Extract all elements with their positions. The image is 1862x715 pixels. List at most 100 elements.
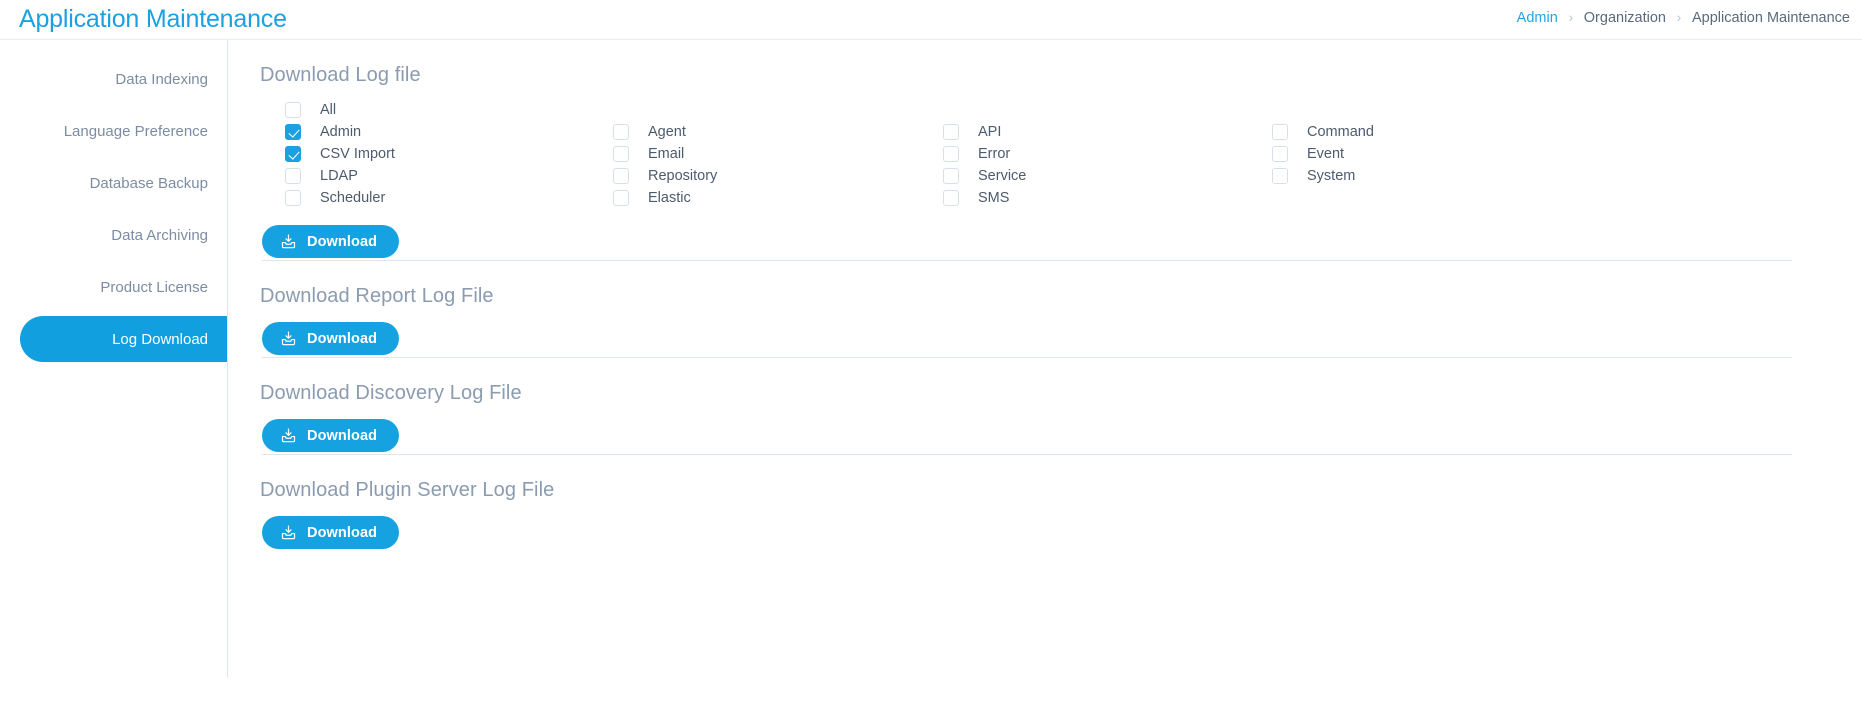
checkbox-column-3: API Error Service SMS xyxy=(943,99,1026,209)
checkbox-api[interactable] xyxy=(943,124,959,140)
sidebar-item-label: Log Download xyxy=(112,330,208,348)
checkbox-label: Admin xyxy=(320,124,362,140)
sidebar-item-label: Data Indexing xyxy=(115,70,208,88)
checkbox-row-error[interactable]: Error xyxy=(943,143,1026,165)
checkbox-label: Service xyxy=(978,168,1027,184)
download-plugin-server-log-button[interactable]: Download xyxy=(262,516,400,549)
download-tray-icon xyxy=(280,330,297,347)
download-tray-icon xyxy=(280,233,297,250)
checkbox-row-admin[interactable]: Admin xyxy=(285,121,395,143)
section-title: Download Report Log File xyxy=(260,285,494,307)
checkbox-admin[interactable] xyxy=(285,124,301,140)
breadcrumb: Admin › Organization › Application Maint… xyxy=(1515,10,1852,26)
download-discovery-log-button-wrap: Download xyxy=(260,411,1827,454)
breadcrumb-item-organization[interactable]: Organization xyxy=(1582,10,1668,26)
checkbox-label: SMS xyxy=(978,190,1010,206)
chevron-right-icon: › xyxy=(1568,9,1574,25)
checkbox-row-all[interactable]: All xyxy=(285,99,395,121)
top-bar: Application Maintenance Admin › Organiza… xyxy=(0,0,1862,40)
download-plugin-server-log-button-wrap: Download xyxy=(260,508,1827,551)
checkbox-scheduler[interactable] xyxy=(285,190,301,206)
checkbox-all[interactable] xyxy=(285,102,301,118)
download-report-log-button-wrap: Download xyxy=(260,314,1827,357)
sidebar-item-database-backup[interactable]: Database Backup xyxy=(0,160,227,206)
checkbox-error[interactable] xyxy=(943,146,959,162)
section-download-report-log-file: Download Report Log File Download xyxy=(260,261,1827,358)
checkbox-row-event[interactable]: Event xyxy=(1272,143,1374,165)
checkbox-email[interactable] xyxy=(613,146,629,162)
sidebar-item-product-license[interactable]: Product License xyxy=(0,264,227,310)
checkbox-service[interactable] xyxy=(943,168,959,184)
section-title: Download Plugin Server Log File xyxy=(260,479,555,501)
checkbox-label: Email xyxy=(648,146,685,162)
checkbox-label: CSV Import xyxy=(320,146,395,162)
checkbox-label: Elastic xyxy=(648,190,691,206)
checkbox-label: Event xyxy=(1307,146,1345,162)
main-content: Download Log file All Admin CSV Import L… xyxy=(228,40,1862,678)
checkbox-row-scheduler[interactable]: Scheduler xyxy=(285,187,395,209)
checkbox-repository[interactable] xyxy=(613,168,629,184)
checkbox-label: Command xyxy=(1307,124,1374,140)
section-download-plugin-server-log-file: Download Plugin Server Log File Download xyxy=(260,455,1827,551)
checkbox-csv-import[interactable] xyxy=(285,146,301,162)
section-title: Download Log file xyxy=(260,64,421,86)
chevron-right-icon: › xyxy=(1676,9,1682,25)
section-download-discovery-log-file: Download Discovery Log File Download xyxy=(260,358,1827,455)
checkbox-system[interactable] xyxy=(1272,168,1288,184)
section-download-log-file: Download Log file All Admin CSV Import L… xyxy=(260,40,1827,261)
breadcrumb-item-admin[interactable]: Admin xyxy=(1515,10,1560,26)
checkbox-row-email[interactable]: Email xyxy=(613,143,717,165)
checkbox-row-api[interactable]: API xyxy=(943,121,1026,143)
checkbox-label: All xyxy=(320,102,337,118)
checkbox-column-1: All Admin CSV Import LDAP Scheduler xyxy=(285,99,395,209)
checkbox-label: Error xyxy=(978,146,1011,162)
sidebar-item-label: Product License xyxy=(100,278,208,296)
checkbox-label: API xyxy=(978,124,1002,140)
download-tray-icon xyxy=(280,524,297,541)
sidebar-item-data-indexing[interactable]: Data Indexing xyxy=(0,56,227,102)
checkbox-ldap[interactable] xyxy=(285,168,301,184)
checkbox-column-4: Command Event System xyxy=(1272,99,1374,187)
checkbox-row-sms[interactable]: SMS xyxy=(943,187,1026,209)
checkbox-row-agent[interactable]: Agent xyxy=(613,121,717,143)
checkbox-label: LDAP xyxy=(320,168,358,184)
download-report-log-button[interactable]: Download xyxy=(262,322,400,355)
page-title: Application Maintenance xyxy=(19,5,287,33)
checkbox-row-csv-import[interactable]: CSV Import xyxy=(285,143,395,165)
section-title: Download Discovery Log File xyxy=(260,382,522,404)
checkbox-sms[interactable] xyxy=(943,190,959,206)
breadcrumb-item-application-maintenance: Application Maintenance xyxy=(1692,10,1850,26)
sidebar-item-label: Database Backup xyxy=(89,174,208,192)
checkbox-command[interactable] xyxy=(1272,124,1288,140)
checkbox-label: System xyxy=(1307,168,1356,184)
sidebar-item-label: Data Archiving xyxy=(111,226,208,244)
log-type-checkbox-grid: All Admin CSV Import LDAP Scheduler Agen… xyxy=(260,99,1827,217)
sidebar-item-language-preference[interactable]: Language Preference xyxy=(0,108,227,154)
checkbox-row-command[interactable]: Command xyxy=(1272,121,1374,143)
download-log-file-button-wrap: Download xyxy=(260,217,1827,260)
download-button-label: Download xyxy=(307,330,378,347)
checkbox-agent[interactable] xyxy=(613,124,629,140)
checkbox-row-elastic[interactable]: Elastic xyxy=(613,187,717,209)
checkbox-row-system[interactable]: System xyxy=(1272,165,1374,187)
checkbox-label: Scheduler xyxy=(320,190,386,206)
download-discovery-log-button[interactable]: Download xyxy=(262,419,400,452)
checkbox-row-repository[interactable]: Repository xyxy=(613,165,717,187)
sidebar-item-data-archiving[interactable]: Data Archiving xyxy=(0,212,227,258)
checkbox-column-2: Agent Email Repository Elastic xyxy=(613,99,717,209)
download-button-label: Download xyxy=(307,427,378,444)
download-button-label: Download xyxy=(307,233,378,250)
checkbox-label: Repository xyxy=(648,168,718,184)
sidebar-item-log-download[interactable]: Log Download xyxy=(20,316,227,362)
sidebar: Data Indexing Language Preference Databa… xyxy=(0,40,228,678)
download-tray-icon xyxy=(280,427,297,444)
checkbox-event[interactable] xyxy=(1272,146,1288,162)
download-log-file-button[interactable]: Download xyxy=(262,225,400,258)
page-body: Data Indexing Language Preference Databa… xyxy=(0,40,1862,715)
checkbox-row-service[interactable]: Service xyxy=(943,165,1026,187)
sidebar-item-label: Language Preference xyxy=(63,122,208,140)
download-button-label: Download xyxy=(307,524,378,541)
checkbox-label: Agent xyxy=(648,124,686,140)
checkbox-row-ldap[interactable]: LDAP xyxy=(285,165,395,187)
checkbox-elastic[interactable] xyxy=(613,190,629,206)
